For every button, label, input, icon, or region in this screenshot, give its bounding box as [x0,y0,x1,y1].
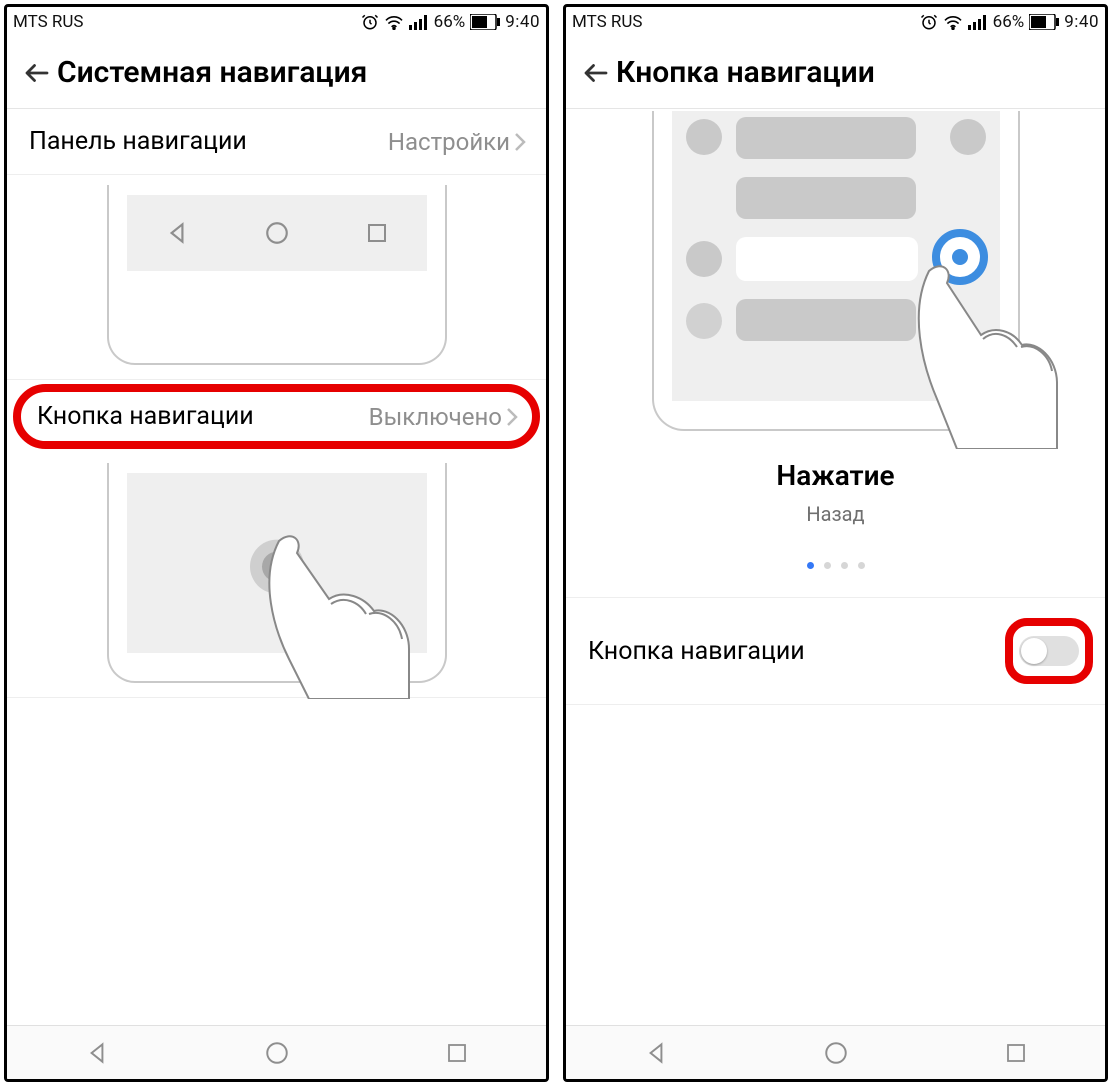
nav-recent-icon [365,221,389,245]
nav-button-value: Выключено [369,403,518,431]
nav-button-toggle[interactable] [1019,636,1079,666]
battery-pct: 66% [434,12,466,32]
carrier-label: MTS RUS [572,12,643,32]
phone-screen-1: MTS RUS 66% 9:40 Системная навигация Пан… [4,4,549,1082]
status-bar: MTS RUS 66% 9:40 [7,7,546,37]
system-nav-bar [566,1025,1105,1079]
gesture-caption-title: Нажатие [566,459,1105,492]
battery-icon [1029,14,1059,30]
sys-back-icon[interactable] [84,1040,110,1066]
gesture-caption: Нажатие Назад [566,431,1105,540]
page-title: Системная навигация [57,55,367,90]
nav-home-icon [264,220,290,246]
nav-button-toggle-label: Кнопка навигации [588,637,805,666]
nav-back-icon [164,220,190,246]
app-header: Кнопка навигации [566,37,1105,109]
pager-dot-4[interactable] [858,562,865,569]
gesture-caption-sub: Назад [566,502,1105,526]
wifi-icon [384,14,404,30]
wifi-icon [943,14,963,30]
phone-screen-2: MTS RUS 66% 9:40 Кнопка навигации [563,4,1108,1082]
pager-dot-1[interactable] [807,562,814,569]
system-nav-bar [7,1025,546,1079]
sys-recent-icon[interactable] [1004,1041,1028,1065]
nav-panel-label: Панель навигации [29,127,247,156]
toggle-knob [1021,638,1047,664]
carrier-label: MTS RUS [13,12,84,32]
back-button[interactable] [17,58,57,88]
page-title: Кнопка навигации [616,55,875,90]
sys-home-icon[interactable] [264,1040,290,1066]
back-arrow-icon [22,58,52,88]
alarm-icon [920,13,938,31]
alarm-icon [361,13,379,31]
nav-button-label: Кнопка навигации [37,402,254,431]
nav-button-row[interactable]: Кнопка навигации Выключено [13,384,540,449]
nav-button-toggle-row: Кнопка навигации [566,598,1105,705]
gesture-illustration [566,109,1105,431]
pager-dot-3[interactable] [841,562,848,569]
nav-panel-illustration [7,175,546,380]
app-header: Системная навигация [7,37,546,109]
battery-pct: 66% [993,12,1025,32]
sys-back-icon[interactable] [643,1040,669,1066]
status-icons: 66% 9:40 [361,12,540,32]
clock: 9:40 [505,12,540,32]
chevron-right-icon [506,407,518,427]
back-button[interactable] [576,58,616,88]
back-arrow-icon [581,58,611,88]
chevron-right-icon [514,132,526,152]
pager-dot-2[interactable] [824,562,831,569]
sys-home-icon[interactable] [823,1040,849,1066]
sys-recent-icon[interactable] [445,1041,469,1065]
nav-button-illustration [7,453,546,698]
signal-icon [968,14,988,30]
pager-dots[interactable] [566,540,1105,598]
nav-panel-value: Настройки [388,128,526,156]
signal-icon [409,14,429,30]
status-icons: 66% 9:40 [920,12,1099,32]
status-bar: MTS RUS 66% 9:40 [566,7,1105,37]
nav-panel-row[interactable]: Панель навигации Настройки [7,109,546,175]
toggle-highlight [1005,618,1093,684]
clock: 9:40 [1064,12,1099,32]
battery-icon [470,14,500,30]
